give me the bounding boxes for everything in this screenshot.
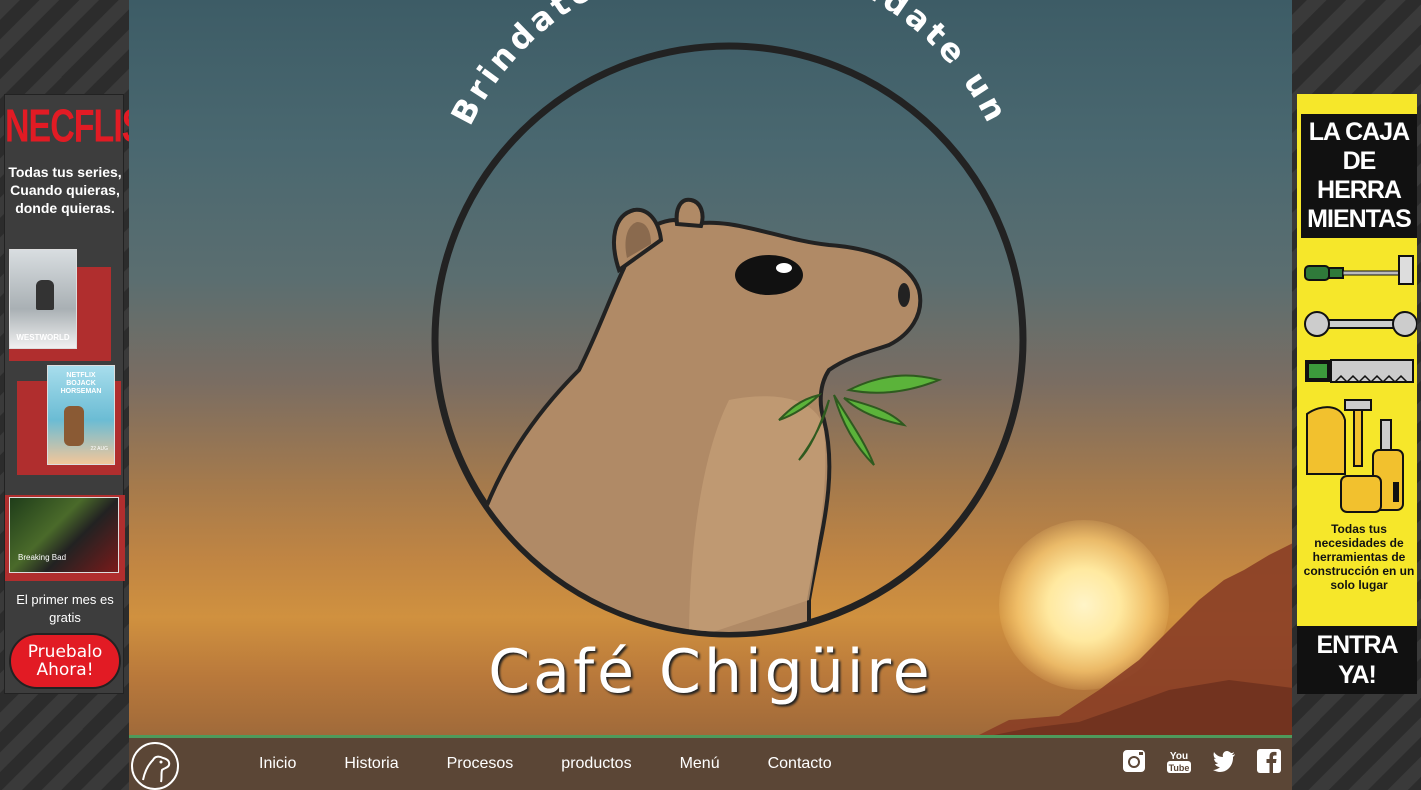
arc-slogan: Brindate un café, brindate un: [443, 0, 1016, 131]
twitter-icon[interactable]: [1211, 748, 1237, 774]
ad-description: Todas tus necesidades de herramientas de…: [1303, 522, 1415, 592]
nav-procesos[interactable]: Procesos: [447, 755, 514, 773]
capybara-logo-icon[interactable]: [131, 742, 179, 790]
poster-title: Breaking Bad: [18, 553, 67, 562]
hero-banner: Brindate un café, brindate un: [129, 0, 1292, 735]
tools-ad-banner[interactable]: LA CAJA DE HERRA MIENTAS Todas tus neces…: [1297, 94, 1417, 694]
poster-title: WESTWORLD: [16, 333, 70, 342]
free-month-text: El primer mes es gratis: [16, 592, 114, 625]
youtube-icon[interactable]: You Tube: [1166, 748, 1192, 774]
bojack-poster: NETFLIX BOJACK HORSEMAN 22 AUG: [47, 365, 115, 465]
try-now-button[interactable]: Pruebalo Ahora!: [9, 633, 121, 689]
svg-text:You: You: [1170, 751, 1188, 762]
nav-links: Inicio Historia Procesos productos Menú …: [259, 738, 880, 790]
nav-menu[interactable]: Menú: [680, 755, 720, 773]
brand-name: Café Chigüire: [488, 637, 933, 707]
nav-historia[interactable]: Historia: [344, 755, 398, 773]
instagram-icon[interactable]: [1121, 748, 1147, 774]
series-collage-poster: Breaking Bad: [9, 497, 119, 573]
cafe-logo: Brindate un café, brindate un: [431, 0, 1027, 638]
westworld-poster: WESTWORLD: [9, 249, 77, 349]
netflix-ad-banner[interactable]: NECFLIS Todas tus series, Cuando quieras…: [4, 94, 144, 694]
nav-contacto[interactable]: Contacto: [768, 755, 832, 773]
poster-date: 22 AUG: [90, 446, 108, 452]
poster-figure: [36, 280, 54, 310]
nav-inicio[interactable]: Inicio: [259, 755, 296, 773]
nav-productos[interactable]: productos: [561, 755, 631, 773]
facebook-icon[interactable]: [1256, 748, 1282, 774]
ad-tagline: Todas tus series, Cuando quieras, donde …: [8, 164, 122, 216]
tools-illustration: [1304, 255, 1417, 513]
enter-now-button[interactable]: ENTRA YA!: [1297, 626, 1417, 694]
poster-figure: [64, 406, 84, 446]
ad-title: LA CAJA DE HERRA MIENTAS: [1301, 114, 1417, 238]
main-navbar: Inicio Historia Procesos productos Menú …: [129, 735, 1292, 790]
capybara-icon: [467, 197, 943, 632]
poster-title: NETFLIX BOJACK HORSEMAN: [60, 372, 102, 395]
social-links: You Tube: [1102, 748, 1282, 774]
necflis-logo: NECFLIS: [5, 101, 144, 153]
svg-text:Tube: Tube: [1169, 763, 1190, 773]
